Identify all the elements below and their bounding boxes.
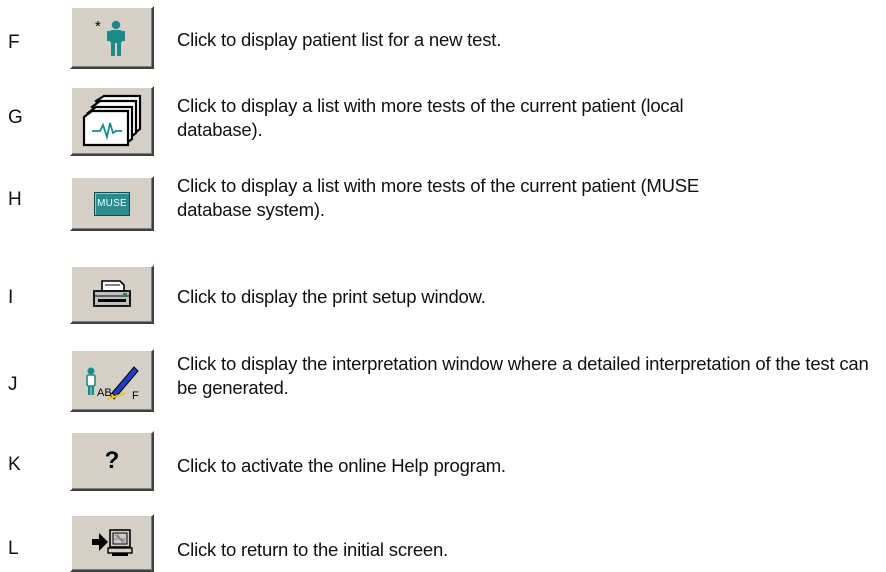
help-button[interactable]: ? [70,431,154,491]
legend-row-g: G Click to display a list with more test… [0,86,886,158]
row-letter: K [8,454,21,475]
svg-text:AB: AB [97,387,112,399]
row-letter: F [8,32,20,53]
row-description: Click to display patient list for a new … [177,29,502,50]
return-icon [90,527,134,559]
interpretation-icon: AB F [82,361,142,401]
muse-icon: MUSE [94,191,130,216]
row-description: Click to display the print setup window. [177,286,486,307]
row-description: Click to display the interpretation wind… [177,353,869,398]
help-icon: ? [104,447,120,474]
legend-row-i: I Click to display the print setup windo… [0,262,886,326]
printer-icon [90,278,134,312]
print-setup-button[interactable] [70,265,154,324]
muse-button[interactable]: MUSE [70,176,154,231]
new-patient-button[interactable]: * [70,6,154,69]
row-description: Click to display a list with more tests … [177,175,700,220]
row-description: Click to display a list with more tests … [177,95,684,140]
legend-row-l: L Click to return to the initial screen. [0,506,886,572]
local-database-icon [80,93,144,149]
row-letter: I [8,287,14,308]
svg-text:*: * [95,18,101,35]
legend-row-h: H MUSE Click to display a list with more… [0,168,886,240]
legend-row-f: F * Click to display patient list for a … [0,0,886,72]
row-letter: H [8,189,22,210]
return-button[interactable] [70,514,154,572]
row-description: Click to activate the online Help progra… [177,455,506,476]
local-database-button[interactable] [70,86,154,156]
row-letter: L [8,538,19,559]
row-letter: J [8,374,18,395]
new-patient-icon: * [92,16,132,60]
legend-row-j: J AB F Click to display the interpretati… [0,344,886,416]
row-letter: G [8,107,23,128]
row-description: Click to return to the initial screen. [177,539,449,560]
interpretation-button[interactable]: AB F [70,349,154,412]
legend-row-k: K ? Click to activate the online Help pr… [0,428,886,492]
svg-text:F: F [132,390,139,401]
